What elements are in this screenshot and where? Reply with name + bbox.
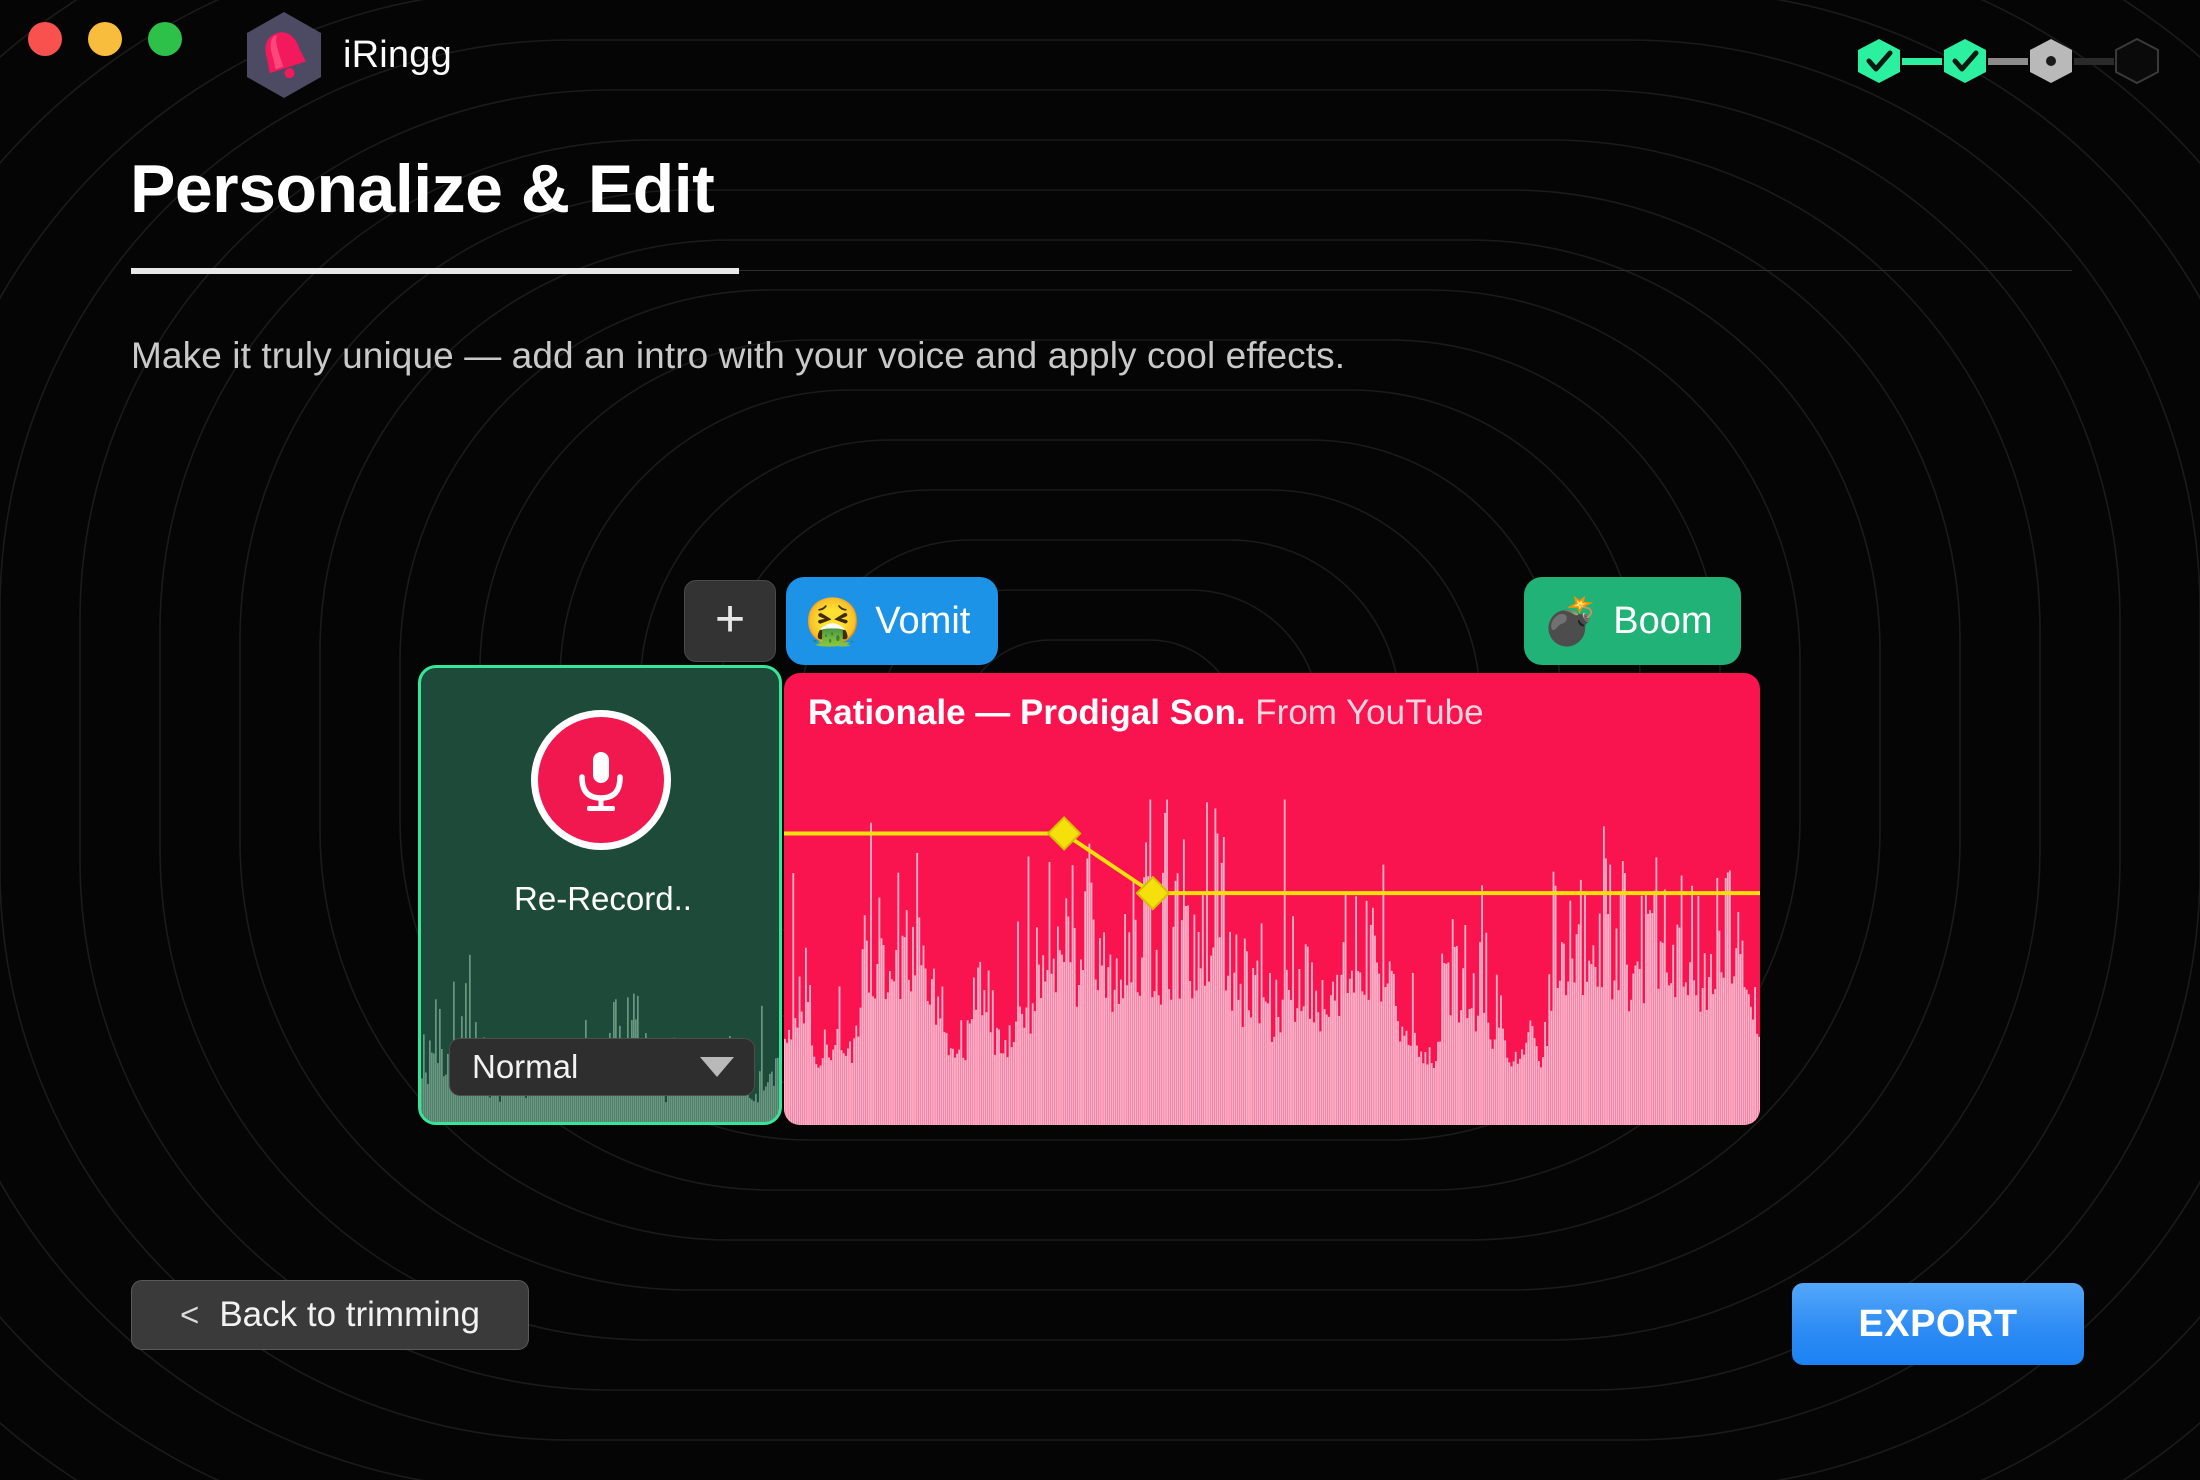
back-to-trimming-button[interactable]: < Back to trimming (131, 1280, 529, 1350)
app-name: iRingg (343, 33, 452, 76)
back-to-trimming-label: Back to trimming (219, 1295, 480, 1334)
microphone-icon (579, 752, 623, 811)
vomit-face-icon: 🤮 (804, 595, 862, 647)
step-4-upcoming-icon[interactable] (2114, 38, 2160, 84)
step-connector-2 (1988, 57, 2028, 65)
effect-chip-label: Boom (1613, 599, 1713, 642)
brand: iRingg (243, 10, 452, 100)
title-underline-extension (739, 270, 2072, 271)
export-button[interactable]: EXPORT (1792, 1283, 2084, 1365)
track-name: Rationale — Prodigal Son. (808, 693, 1246, 732)
playback-speed-dropdown[interactable]: Normal (449, 1038, 755, 1096)
step-1-done-icon[interactable] (1856, 38, 1902, 84)
chevron-down-icon (700, 1057, 734, 1077)
window-maximize-button[interactable] (148, 22, 182, 56)
title-bar: iRingg (0, 0, 2200, 118)
title-underline (131, 268, 739, 274)
export-label: EXPORT (1858, 1302, 2018, 1345)
window-close-button[interactable] (28, 22, 62, 56)
playback-speed-value: Normal (472, 1048, 579, 1085)
add-effect-button[interactable]: + (684, 580, 776, 662)
page-title: Personalize & Edit (130, 151, 715, 227)
plus-icon: + (714, 590, 746, 648)
chevron-left-icon: < (180, 1296, 200, 1333)
step-3-current-icon[interactable] (2028, 38, 2074, 84)
envelope-handle-2[interactable] (1135, 875, 1171, 911)
page-subtitle: Make it truly unique — add an intro with… (131, 335, 1346, 376)
track-source: From YouTube (1255, 693, 1484, 732)
voice-recording-panel[interactable]: Re-Record.. Normal (418, 665, 782, 1125)
bomb-icon: 💣 (1542, 595, 1600, 647)
step-connector-1 (1902, 57, 1942, 65)
track-title: Rationale — Prodigal Son. From YouTube (808, 693, 1484, 733)
effect-chip-vomit[interactable]: 🤮 Vomit (786, 577, 999, 665)
step-connector-3 (2074, 57, 2114, 65)
window-minimize-button[interactable] (88, 22, 122, 56)
audio-track-panel[interactable]: Rationale — Prodigal Son. From YouTube (784, 673, 1760, 1125)
bell-hexagon-logo-icon (247, 12, 321, 98)
re-record-label: Re-Record.. (514, 880, 692, 917)
volume-envelope[interactable] (784, 673, 1760, 1125)
progress-stepper (1856, 38, 2160, 84)
effects-row: + 🤮 Vomit 💣 Boom (0, 575, 2200, 675)
envelope-handle-1[interactable] (1046, 816, 1082, 851)
page-heading: Personalize & Edit (130, 151, 715, 227)
app-window: iRingg Personalize & Edit Make it truly … (0, 0, 2200, 1480)
effect-chip-label: Vomit (875, 599, 971, 642)
step-2-done-icon[interactable] (1942, 38, 1988, 84)
effect-chip-boom[interactable]: 💣 Boom (1524, 577, 1741, 665)
re-record-button[interactable] (531, 710, 671, 850)
